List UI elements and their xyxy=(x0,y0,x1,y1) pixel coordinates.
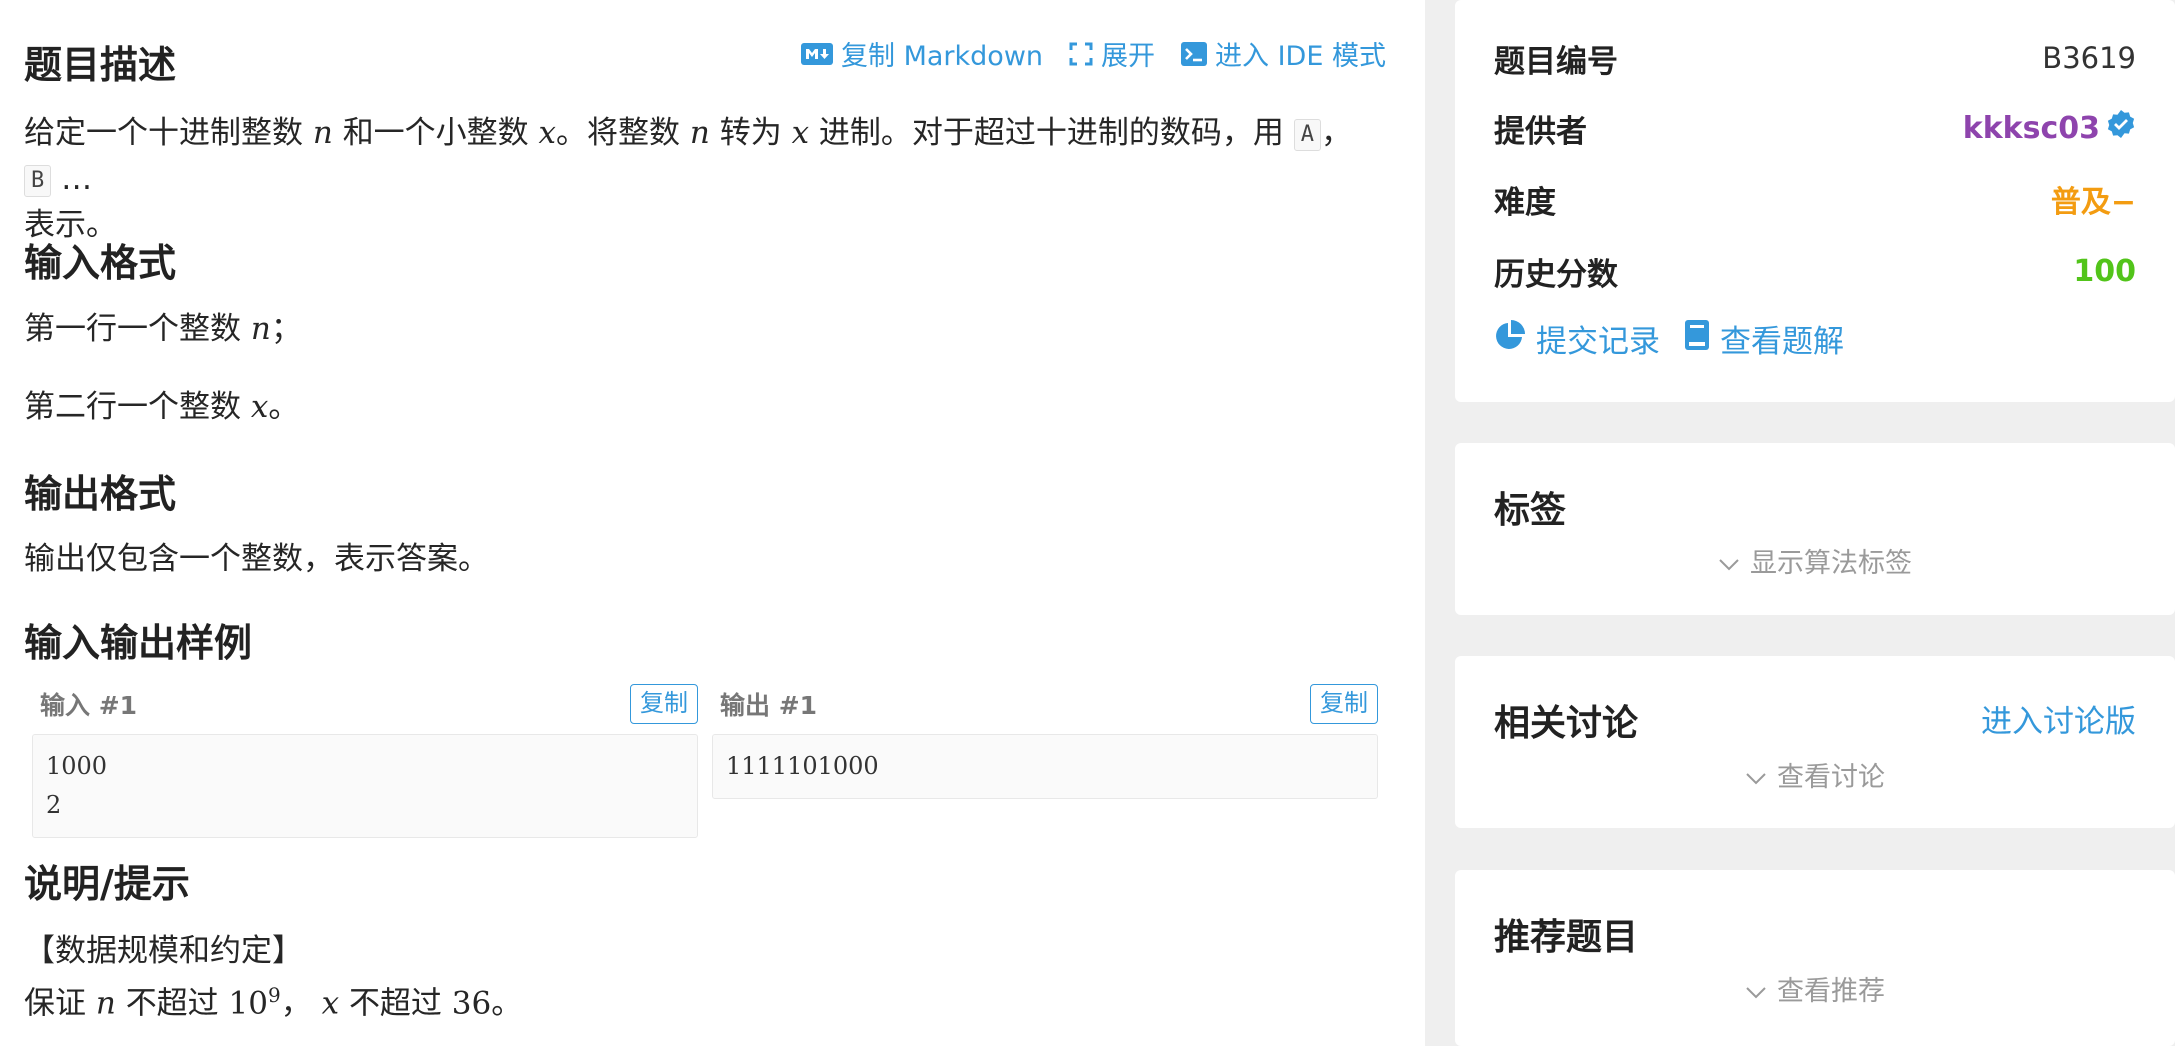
hint-title: 说明/提示 xyxy=(24,862,190,906)
inline-code-b: B xyxy=(24,164,52,197)
provider-label: 提供者 xyxy=(1494,113,1587,150)
score-label: 历史分数 xyxy=(1494,256,1618,293)
problem-id-value: B3619 xyxy=(2042,41,2136,75)
math-number: 36 xyxy=(451,985,492,1022)
math-number: 10 xyxy=(228,985,268,1022)
output-format-text: 输出仅包含一个整数，表示答案。 xyxy=(24,541,489,577)
math-var-x: x xyxy=(791,115,810,151)
sample-input-box: 输入 #1 复制 1000 2 xyxy=(32,682,698,838)
show-tags-toggle[interactable]: 显示算法标签 xyxy=(1494,541,2136,580)
expand-icon xyxy=(1069,42,1093,66)
math-var-n: n xyxy=(95,985,116,1022)
view-recommend-toggle[interactable]: 查看推荐 xyxy=(1494,969,2136,1008)
view-recommend-label: 查看推荐 xyxy=(1777,976,1885,1007)
discussion-card: 相关讨论 进入讨论版 查看讨论 xyxy=(1455,656,2175,828)
view-discussion-label: 查看讨论 xyxy=(1777,762,1885,793)
problem-id-label: 题目编号 xyxy=(1494,43,1618,80)
problem-toolbar: 复制 Markdown 展开 进入 IDE 模式 xyxy=(801,34,1386,73)
solutions-label: 查看题解 xyxy=(1720,324,1844,360)
math-var-x: x xyxy=(538,115,557,151)
math-var-n: n xyxy=(312,115,333,151)
markdown-icon xyxy=(801,42,833,65)
math-exponent: 9 xyxy=(268,983,281,1007)
score-row: 历史分数 100 xyxy=(1494,246,2136,296)
pie-chart-icon xyxy=(1494,319,1526,359)
ide-mode-label: 进入 IDE 模式 xyxy=(1215,41,1386,72)
description-segment: 进制。对于超过十进制的数码，用 xyxy=(818,115,1284,151)
provider-name[interactable]: kkksc03 xyxy=(1963,111,2100,146)
description-text: 给定一个十进制整数 n 和一个小整数 x。将整数 n 转为 x 进制。对于超过十… xyxy=(24,110,1386,248)
separator: ， xyxy=(1321,115,1353,151)
math-var-n: n xyxy=(689,115,710,151)
problem-info-card: 题目编号 B3619 提供者 kkksc03 难度 普及− 历史分数 100 提… xyxy=(1455,0,2175,402)
hint-constraint: 保证 n 不超过 109， x 不超过 36。 xyxy=(24,972,522,1026)
verified-icon xyxy=(2106,109,2136,147)
copy-markdown-button[interactable]: 复制 Markdown xyxy=(801,34,1043,73)
sample-output-value: 1111101000 xyxy=(712,734,1378,799)
description-segment: 给定一个十进制整数 xyxy=(24,115,303,151)
view-discussion-toggle[interactable]: 查看讨论 xyxy=(1494,755,2136,794)
problem-content-panel: 题目描述 复制 Markdown 展开 进入 IDE 模式 给定一个十进制整数 … xyxy=(0,0,1425,1046)
sample-output-label: 输出 #1 xyxy=(720,691,818,720)
math-var-x: x xyxy=(321,985,340,1022)
description-title: 题目描述 xyxy=(24,43,177,87)
difficulty-row: 难度 普及− xyxy=(1494,174,2136,224)
sample-input-value: 1000 2 xyxy=(32,734,698,838)
description-segment: 。将整数 xyxy=(556,115,681,151)
input-format-text: 第一行一个整数 xyxy=(24,311,241,347)
inline-code-a: A xyxy=(1293,118,1322,151)
terminal-icon xyxy=(1181,41,1208,66)
ellipsis: … xyxy=(61,161,93,197)
hint-segment: 不超过 xyxy=(348,985,442,1022)
tags-card: 标签 显示算法标签 xyxy=(1455,443,2175,615)
chevron-down-icon xyxy=(1745,981,1767,1006)
chevron-down-icon xyxy=(1718,553,1740,578)
copy-output-button[interactable]: 复制 xyxy=(1310,684,1378,724)
show-tags-label: 显示算法标签 xyxy=(1750,548,1912,579)
score-value: 100 xyxy=(2073,253,2136,289)
input-format-line1: 第一行一个整数 n； xyxy=(24,306,302,352)
punctuation: 。 xyxy=(491,985,523,1022)
samples-title: 输入输出样例 xyxy=(24,621,253,665)
recommend-title: 推荐题目 xyxy=(1494,917,1639,958)
sample-input-label: 输入 #1 xyxy=(40,691,138,720)
submissions-link[interactable]: 提交记录 xyxy=(1494,316,1660,361)
punctuation: ； xyxy=(270,311,302,347)
description-segment: 转为 xyxy=(719,115,782,151)
problem-id-row: 题目编号 B3619 xyxy=(1494,33,2136,83)
punctuation: ， xyxy=(280,985,312,1022)
difficulty-value: 普及− xyxy=(2050,185,2136,220)
hint-segment: 不超过 xyxy=(125,985,219,1022)
difficulty-label: 难度 xyxy=(1494,184,1556,221)
hint-segment: 保证 xyxy=(24,985,86,1022)
discussion-title: 相关讨论 xyxy=(1494,703,1639,744)
copy-input-button[interactable]: 复制 xyxy=(630,684,698,724)
sample-output-box: 输出 #1 复制 1111101000 xyxy=(712,682,1378,799)
expand-label: 展开 xyxy=(1101,41,1156,72)
recommend-card: 推荐题目 查看推荐 xyxy=(1455,870,2175,1046)
math-var-x: x xyxy=(250,389,269,425)
output-format-title: 输出格式 xyxy=(24,472,177,516)
math-var-n: n xyxy=(250,311,271,347)
book-icon xyxy=(1684,319,1710,359)
description-segment: 和一个小整数 xyxy=(342,115,529,151)
input-format-line2: 第二行一个整数 x。 xyxy=(24,384,299,430)
submissions-label: 提交记录 xyxy=(1536,324,1660,360)
provider-row: 提供者 kkksc03 xyxy=(1494,103,2136,153)
solutions-link[interactable]: 查看题解 xyxy=(1684,316,1844,361)
input-format-text: 第二行一个整数 xyxy=(24,389,241,425)
copy-markdown-label: 复制 Markdown xyxy=(841,41,1044,72)
info-links: 提交记录 查看题解 xyxy=(1494,316,1844,361)
ide-mode-button[interactable]: 进入 IDE 模式 xyxy=(1181,34,1386,73)
input-format-title: 输入格式 xyxy=(24,241,177,285)
hint-heading: 【数据规模和约定】 xyxy=(24,933,303,969)
provider-value[interactable]: kkksc03 xyxy=(1963,109,2136,147)
expand-button[interactable]: 展开 xyxy=(1069,34,1155,73)
enter-discussion-link[interactable]: 进入讨论版 xyxy=(1981,696,2136,741)
tags-title: 标签 xyxy=(1494,490,1567,531)
punctuation: 。 xyxy=(268,389,300,425)
chevron-down-icon xyxy=(1745,767,1767,792)
